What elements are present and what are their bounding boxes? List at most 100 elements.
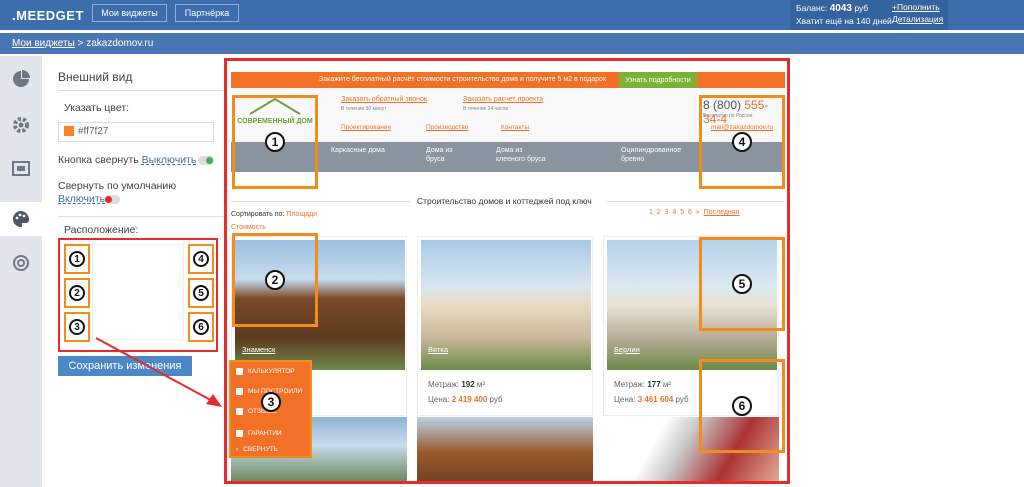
menu-design[interactable]: Проектирование xyxy=(341,124,391,131)
area-value: 192 xyxy=(461,380,475,389)
category-timber[interactable]: Дома из бруса xyxy=(426,146,466,164)
chevron-left-icon: ‹ xyxy=(236,446,239,453)
promo-button[interactable]: Узнать подробности xyxy=(619,72,697,88)
project-photo[interactable] xyxy=(417,417,593,481)
position-slot-6[interactable]: 6 xyxy=(188,312,214,342)
page-link[interactable]: 4 xyxy=(672,209,676,216)
project-meta: Метраж: 177 м² Цена: 3 461 604 руб xyxy=(614,377,689,407)
collapse-button-toggle-link[interactable]: Выключить xyxy=(142,154,197,166)
position-marker-6: 6 xyxy=(699,359,785,453)
menu-contacts[interactable]: Контакты xyxy=(501,124,529,131)
pagination: 1 2 3 4 5 6 » Последняя xyxy=(649,209,739,216)
project-name[interactable]: Берлин xyxy=(614,345,640,354)
menu-production[interactable]: Производство xyxy=(426,124,468,131)
divider xyxy=(607,201,785,202)
project-card[interactable]: Вятка Метраж: 192 м² Цена: 2 419 400 руб xyxy=(417,236,593,416)
left-nav xyxy=(0,56,42,487)
my-widgets-button[interactable]: Мои виджеты xyxy=(92,4,167,22)
calc-link[interactable]: Заказать расчет проекта xyxy=(463,96,543,103)
category-log[interactable]: Оцилиндрованное бревно xyxy=(621,146,691,164)
stats-pie-icon[interactable] xyxy=(8,66,34,92)
color-value: #ff7f27 xyxy=(78,126,109,137)
collapse-button-setting: Кнопка свернуть Выключить xyxy=(58,154,196,166)
price-currency: руб xyxy=(489,395,503,404)
callback-link[interactable]: Заказать обратный звонок xyxy=(341,96,427,103)
price-value: 2 419 400 xyxy=(451,395,488,404)
page-link[interactable]: 6 xyxy=(688,209,692,216)
page-last[interactable]: Последняя xyxy=(704,209,740,216)
divider xyxy=(231,201,411,202)
page-link[interactable]: 1 xyxy=(649,209,653,216)
save-changes-button[interactable]: Сохранить изменения xyxy=(58,356,192,376)
widget-guarantees[interactable]: ГАРАНТИИ xyxy=(236,430,282,437)
slot-number: 1 xyxy=(69,251,85,267)
partner-button[interactable]: Партнёрка xyxy=(175,4,239,22)
toggle-knob xyxy=(105,196,112,203)
page-next[interactable]: » xyxy=(696,209,700,216)
position-slot-3[interactable]: 3 xyxy=(64,312,90,342)
position-marker-1: 1 xyxy=(232,95,318,189)
balance-value: 4043 xyxy=(829,3,852,14)
category-frame[interactable]: Каркасные дома xyxy=(331,146,386,155)
balance-label: Баланс: xyxy=(796,3,828,13)
support-lifebuoy-icon[interactable] xyxy=(8,250,34,276)
position-slot-2[interactable]: 2 xyxy=(64,278,90,308)
project-name[interactable]: Вятка xyxy=(428,345,448,354)
category-glued-timber[interactable]: Дома из клееного бруса xyxy=(496,146,548,164)
widget-item-label: ГАРАНТИИ xyxy=(248,430,282,437)
color-input[interactable]: #ff7f27 xyxy=(58,122,214,142)
floating-widget: КАЛЬКУЛЯТОР МЫ ПОСТРОИЛИ ОТЗЫВЫ ГАРАНТИИ… xyxy=(229,360,312,458)
project-meta: Метраж: 192 м² Цена: 2 419 400 руб xyxy=(428,377,503,407)
slot-number: 5 xyxy=(193,285,209,301)
collapse-default-toggle[interactable] xyxy=(104,195,120,204)
catalog-heading: Строительство домов и коттеджей под ключ xyxy=(417,196,592,206)
calculator-icon xyxy=(236,368,243,375)
thumbs-up-icon xyxy=(236,408,243,415)
position-slot-4[interactable]: 4 xyxy=(188,244,214,274)
collapse-default-toggle-link[interactable]: Включить xyxy=(58,193,105,205)
price-value: 3 461 604 xyxy=(637,395,674,404)
app-logo[interactable]: .MEEDGET xyxy=(12,8,84,23)
position-label: Расположение: xyxy=(64,224,139,236)
topup-link[interactable]: +Пополнить xyxy=(892,1,943,13)
collapse-default-label: Свернуть по умолчанию xyxy=(58,180,177,192)
screen-icon[interactable] xyxy=(8,156,34,182)
position-picker: 1 2 3 4 5 6 xyxy=(58,238,218,352)
breadcrumb-separator: > xyxy=(77,38,84,49)
project-name[interactable]: Знаменск xyxy=(242,345,275,354)
page-link[interactable]: 3 xyxy=(665,209,669,216)
details-link[interactable]: Детализация xyxy=(892,13,943,25)
marker-number: 4 xyxy=(732,132,752,152)
widget-calculator[interactable]: КАЛЬКУЛЯТОР xyxy=(236,368,295,375)
calc-sub: В течение 24 часов xyxy=(463,106,509,112)
position-slot-5[interactable]: 5 xyxy=(188,278,214,308)
position-marker-5: 5 xyxy=(699,237,785,331)
page-link[interactable]: 2 xyxy=(657,209,661,216)
collapse-button-label: Кнопка свернуть xyxy=(58,154,139,166)
gear-icon[interactable] xyxy=(8,112,34,138)
slot-number: 3 xyxy=(69,319,85,335)
palette-icon[interactable] xyxy=(0,202,42,236)
position-slot-1[interactable]: 1 xyxy=(64,244,90,274)
slot-number: 2 xyxy=(69,285,85,301)
sort-area[interactable]: Площади xyxy=(286,211,317,218)
sort-cost[interactable]: Стоимость xyxy=(231,224,317,231)
page-link[interactable]: 5 xyxy=(680,209,684,216)
collapse-button-toggle[interactable] xyxy=(198,156,214,165)
widget-item-label: КАЛЬКУЛЯТОР xyxy=(248,368,295,375)
position-marker-4: 4 xyxy=(699,95,785,189)
shield-icon xyxy=(236,430,243,437)
color-swatch[interactable] xyxy=(64,126,74,137)
marker-number: 6 xyxy=(732,396,752,416)
area-value: 177 xyxy=(647,380,661,389)
widget-item-label: СВЕРНУТЬ xyxy=(243,446,278,453)
area-unit: м² xyxy=(662,380,672,389)
widget-collapse[interactable]: ‹ СВЕРНУТЬ xyxy=(236,446,278,453)
breadcrumb-root[interactable]: Мои виджеты xyxy=(12,38,75,49)
marker-number: 3 xyxy=(261,392,281,412)
area-unit: м² xyxy=(476,380,486,389)
settings-title: Внешний вид xyxy=(58,70,133,84)
settings-panel: Внешний вид Указать цвет: #ff7f27 Кнопка… xyxy=(42,56,226,487)
area-label: Метраж: xyxy=(428,380,460,389)
position-preview-area xyxy=(92,244,184,340)
